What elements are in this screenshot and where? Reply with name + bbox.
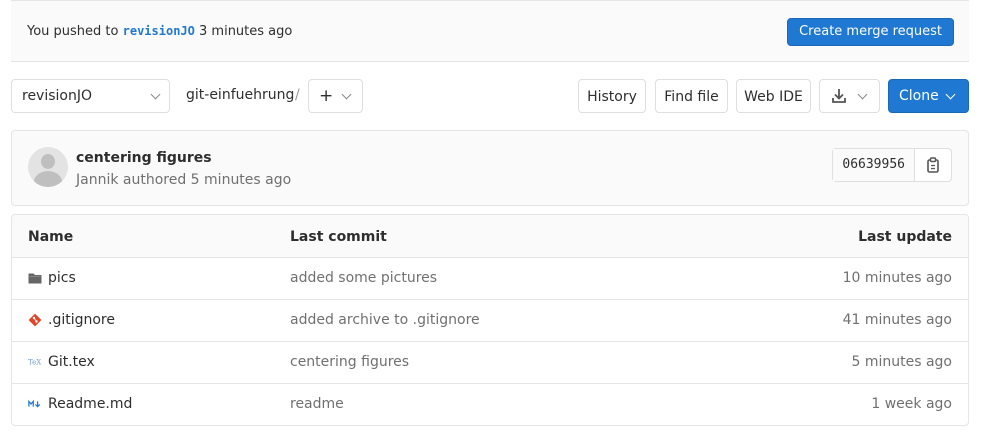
find-file-button[interactable]: Find file <box>655 79 728 113</box>
breadcrumb-project-link[interactable]: git-einfuehrung <box>186 87 294 103</box>
file-name-cell: pics <box>28 270 76 286</box>
last-update-time: 10 minutes ago <box>842 270 952 286</box>
table-row[interactable]: .gitignore added archive to .gitignore 4… <box>12 300 968 342</box>
last-commit-panel: centering figures Jannik authored 5 minu… <box>11 130 969 206</box>
folder-icon <box>28 273 42 284</box>
markdown-file-icon <box>28 399 41 408</box>
header-name: Name <box>28 229 74 245</box>
commit-message-link[interactable]: centering figures <box>290 354 409 370</box>
commit-message-link[interactable]: added some pictures <box>290 270 437 286</box>
file-name-cell: .gitignore <box>28 312 115 328</box>
chevron-down-icon <box>150 89 161 100</box>
branch-dropdown-label: revisionJO <box>22 88 93 104</box>
download-icon <box>832 89 846 103</box>
git-icon <box>28 313 42 327</box>
svg-text:TeX: TeX <box>28 359 41 367</box>
file-link[interactable]: Git.tex <box>48 354 95 370</box>
push-time: 3 minutes ago <box>199 24 293 39</box>
table-row[interactable]: pics added some pictures 10 minutes ago <box>12 258 968 300</box>
clone-dropdown[interactable]: Clone <box>888 79 969 113</box>
file-link[interactable]: .gitignore <box>48 312 115 328</box>
chevron-down-icon <box>857 89 868 100</box>
commit-title-link[interactable]: centering figures <box>76 150 212 166</box>
download-dropdown[interactable] <box>819 79 880 113</box>
commit-author-meta: Jannik authored 5 minutes ago <box>76 172 292 188</box>
header-last-commit: Last commit <box>290 229 387 245</box>
clone-label: Clone <box>899 88 939 104</box>
chevron-down-icon <box>945 89 956 100</box>
pushed-branch-link[interactable]: revisionJO <box>123 24 195 38</box>
tex-file-icon: TeX <box>28 359 41 367</box>
file-link[interactable]: Readme.md <box>48 396 132 412</box>
breadcrumb-separator: / <box>295 87 300 103</box>
commit-message-link[interactable]: added archive to .gitignore <box>290 312 480 328</box>
file-tree-table: Name Last commit Last update pics added … <box>11 214 969 426</box>
avatar[interactable] <box>28 147 68 187</box>
chevron-down-icon <box>341 89 352 100</box>
file-tree-header: Name Last commit Last update <box>12 215 968 258</box>
last-update-time: 41 minutes ago <box>842 312 952 328</box>
last-update-time: 1 week ago <box>871 396 952 412</box>
push-banner: You pushed to revisionJO 3 minutes ago C… <box>11 0 969 62</box>
branch-dropdown[interactable]: revisionJO <box>11 79 170 113</box>
last-update-time: 5 minutes ago <box>851 354 952 370</box>
file-link[interactable]: pics <box>48 270 76 286</box>
push-prefix: You pushed to <box>27 24 119 39</box>
commit-sha-group: 06639956 <box>832 148 952 182</box>
create-merge-request-button[interactable]: Create merge request <box>787 18 954 46</box>
plus-icon: + <box>319 86 334 106</box>
repository-page: You pushed to revisionJO 3 minutes ago C… <box>0 0 991 432</box>
table-row[interactable]: TeX Git.tex centering figures 5 minutes … <box>12 342 968 384</box>
commit-message-link[interactable]: readme <box>290 396 344 412</box>
table-row[interactable]: Readme.md readme 1 week ago <box>12 384 968 425</box>
clipboard-icon <box>927 157 939 173</box>
file-name-cell: TeX Git.tex <box>28 354 95 370</box>
push-message: You pushed to revisionJO 3 minutes ago <box>27 24 292 39</box>
web-ide-button[interactable]: Web IDE <box>736 79 811 113</box>
avatar-head-shape <box>41 154 55 169</box>
header-last-update: Last update <box>858 229 952 245</box>
copy-sha-button[interactable] <box>915 149 951 181</box>
history-button[interactable]: History <box>578 79 646 113</box>
add-to-tree-dropdown[interactable]: + <box>308 79 363 113</box>
commit-sha[interactable]: 06639956 <box>833 149 915 181</box>
avatar-body-shape <box>34 171 62 187</box>
file-name-cell: Readme.md <box>28 396 132 412</box>
